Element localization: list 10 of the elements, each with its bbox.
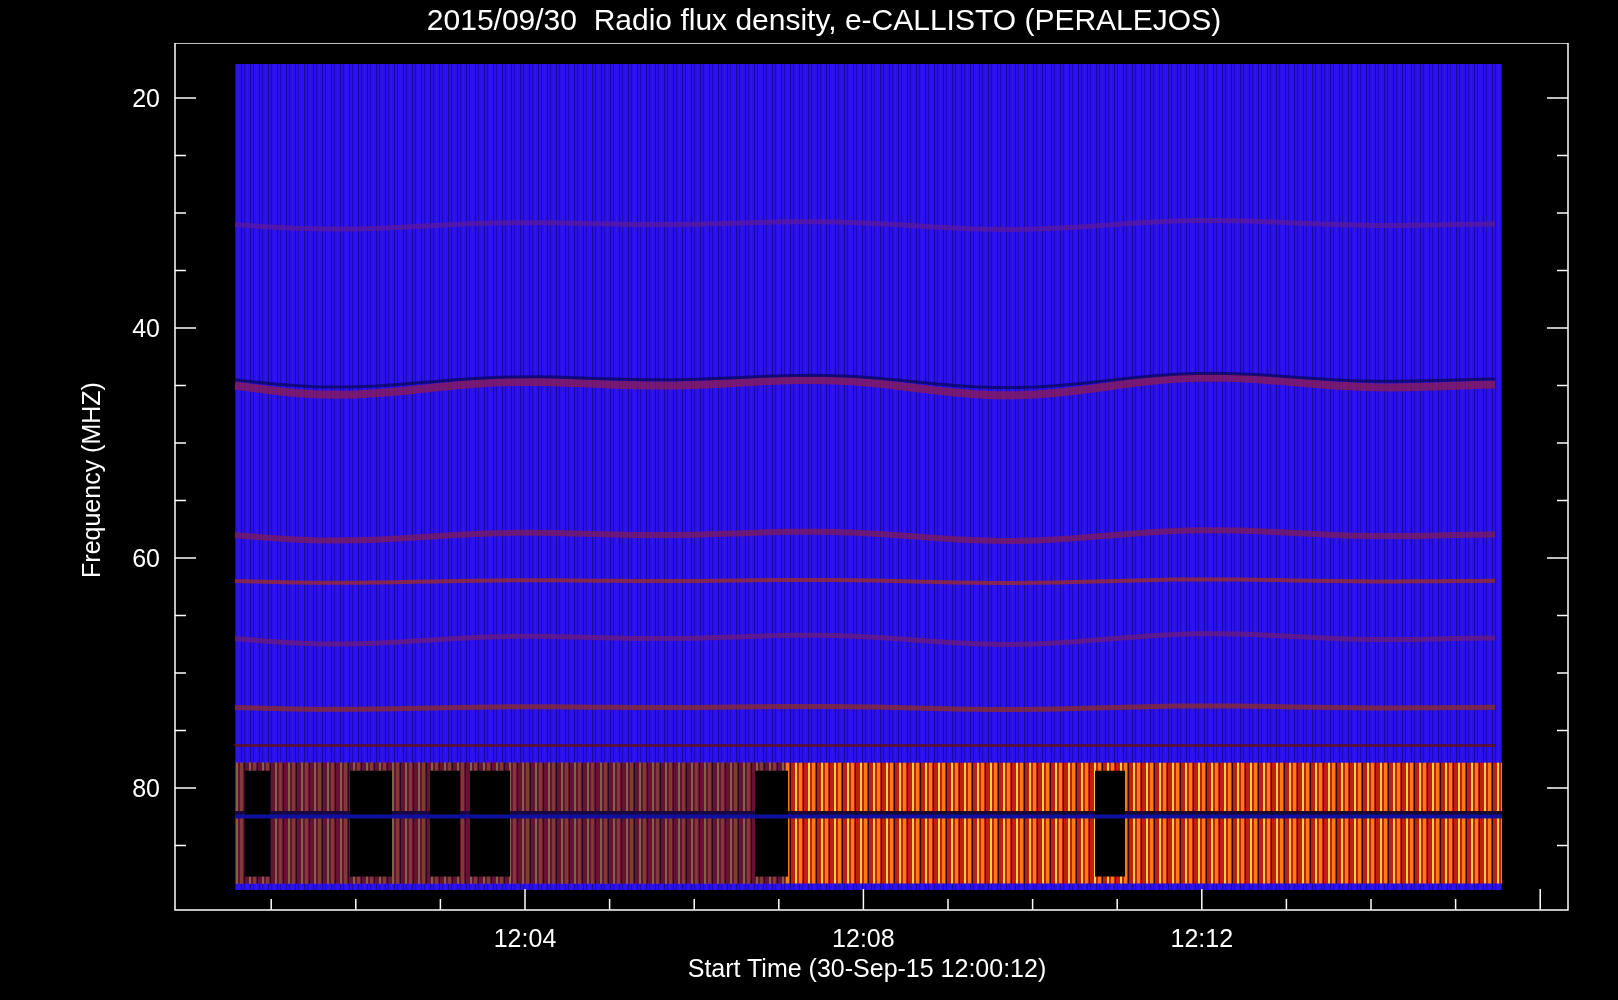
y-tick-label: 80 xyxy=(132,774,160,802)
y-axis-label: Frequency (MHZ) xyxy=(77,382,105,578)
y-tick-label: 40 xyxy=(132,314,160,342)
x-axis-label: Start Time (30-Sep-15 12:00:12) xyxy=(687,954,1047,982)
x-tick-label: 12:04 xyxy=(493,924,557,952)
y-tick-label: 20 xyxy=(132,84,160,112)
plot-title: 2015/09/30 Radio flux density, e-CALLISTO (PERALEJOS) xyxy=(425,2,1223,38)
y-tick-label: 60 xyxy=(132,544,160,572)
x-tick-label: 12:12 xyxy=(1170,924,1234,952)
x-tick-label: 12:08 xyxy=(832,924,895,952)
